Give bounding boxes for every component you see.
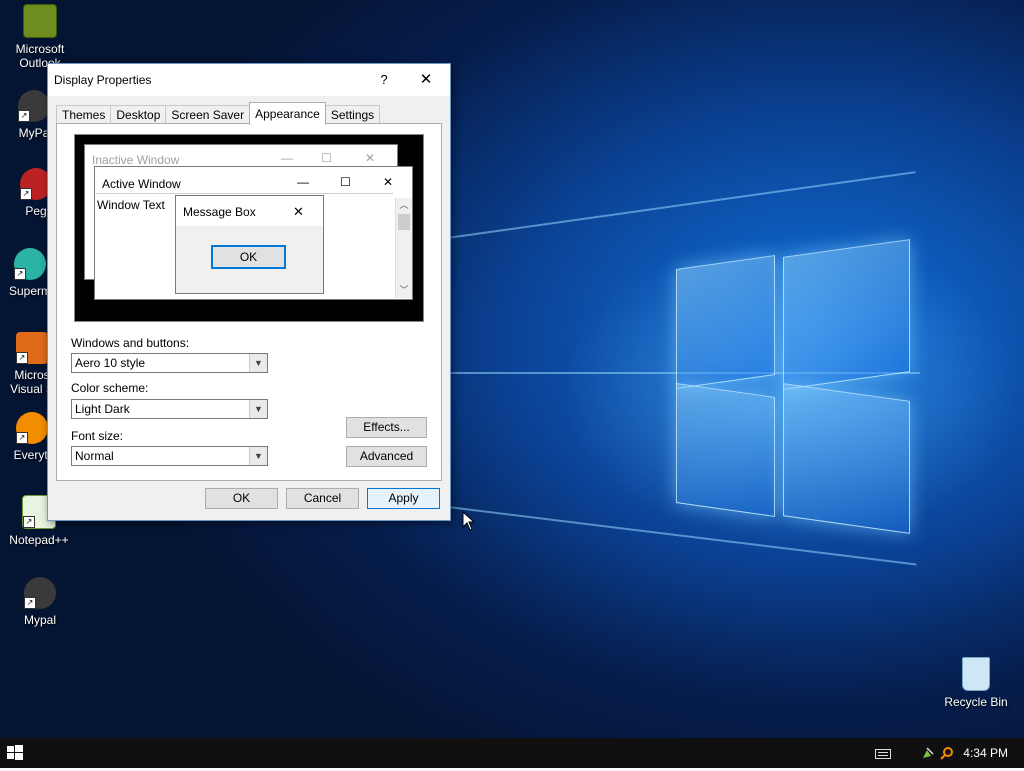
raccoon-icon: ↗ (18, 90, 50, 122)
message-box-close-icon: ✕ (293, 204, 304, 219)
visual-studio-icon: ↗ (16, 332, 48, 364)
preview-scrollbar: ︿ ﹀ (395, 198, 412, 298)
logo-pane (783, 383, 910, 534)
mouse-cursor-icon (462, 511, 476, 531)
chevron-down-icon[interactable]: ▼ (249, 447, 267, 465)
everything-search-icon: ↗ (16, 412, 48, 444)
windows-buttons-select[interactable]: Aero 10 style ▼ (71, 353, 268, 373)
ok-button[interactable]: OK (205, 488, 278, 509)
appearance-preview: Inactive Window — ☐ ✕ Active Window — ☐ … (74, 134, 424, 322)
taskbar: 4:34 PM (0, 738, 1024, 768)
inactive-close-icon: ✕ (365, 151, 376, 165)
desktop-icon-label: Notepad++ (9, 533, 69, 547)
chevron-down-icon[interactable]: ▼ (249, 400, 267, 418)
windows-buttons-label: Windows and buttons: (71, 336, 190, 350)
font-size-value: Normal (75, 449, 114, 463)
logo-pane (676, 383, 775, 517)
help-button[interactable]: ? (362, 64, 406, 96)
supermium-icon: ↗ (14, 248, 46, 280)
display-properties-dialog: Display Properties ? ✕ Themes Desktop Sc… (47, 63, 451, 521)
windows-logo-icon (7, 745, 23, 760)
tab-settings[interactable]: Settings (324, 105, 381, 125)
scroll-down-icon: ﹀ (399, 285, 409, 295)
color-scheme-label: Color scheme: (71, 381, 149, 395)
raccoon-icon: ↗ (24, 577, 56, 609)
desktop-icon-outlook[interactable]: Microsoft Outlook (2, 4, 78, 70)
scroll-thumb (398, 214, 410, 230)
start-button[interactable] (0, 738, 30, 768)
clock[interactable]: 4:34 PM (963, 746, 1008, 760)
scroll-up-icon: ︿ (399, 200, 409, 210)
message-box-ok-button: OK (211, 245, 286, 269)
inactive-minimize-icon: — (281, 151, 293, 165)
chevron-down-icon[interactable]: ▼ (249, 354, 267, 372)
apply-button[interactable]: Apply (367, 488, 440, 509)
outlook-icon (23, 4, 57, 38)
color-scheme-value: Light Dark (75, 402, 130, 416)
message-box-title: Message Box (183, 205, 256, 219)
close-button[interactable]: ✕ (404, 64, 448, 96)
logo-pane (783, 239, 910, 390)
cancel-button[interactable]: Cancel (286, 488, 359, 509)
light-beam (440, 171, 916, 240)
search-icon[interactable] (940, 746, 954, 760)
inactive-window-title: Inactive Window (92, 153, 180, 167)
network-icon[interactable] (921, 746, 935, 760)
dialog-title: Display Properties (54, 73, 152, 87)
windows-buttons-value: Aero 10 style (75, 356, 146, 370)
active-maximize-icon: ☐ (340, 175, 351, 189)
font-size-label: Font size: (71, 429, 124, 443)
desktop-icon-recycle-bin[interactable]: Recycle Bin (936, 657, 1016, 709)
advanced-button[interactable]: Advanced (346, 446, 427, 467)
tab-themes[interactable]: Themes (56, 105, 112, 125)
effects-button[interactable]: Effects... (346, 417, 427, 438)
title-bar[interactable]: Display Properties ? ✕ (48, 64, 450, 96)
inactive-maximize-icon: ☐ (321, 151, 332, 165)
tab-screen-saver[interactable]: Screen Saver (165, 105, 251, 125)
active-window-title: Active Window (102, 177, 181, 191)
logo-pane (676, 255, 775, 389)
desktop-icon-label: Recycle Bin (944, 695, 1008, 709)
tab-desktop[interactable]: Desktop (110, 105, 167, 125)
font-size-select[interactable]: Normal ▼ (71, 446, 268, 466)
color-scheme-select[interactable]: Light Dark ▼ (71, 399, 268, 419)
preview-message-box: Message Box ✕ OK (175, 195, 324, 294)
desktop-icon-label: Mypal (23, 613, 56, 627)
desktop-icon-mypal-2[interactable]: ↗ Mypal (2, 577, 78, 627)
tab-strip: Themes Desktop Screen Saver Appearance S… (56, 102, 381, 125)
appearance-panel: Inactive Window — ☐ ✕ Active Window — ☐ … (56, 123, 442, 481)
active-minimize-icon: — (297, 175, 309, 189)
recycle-bin-icon (962, 657, 990, 691)
keyboard-icon[interactable] (875, 749, 891, 759)
tab-appearance[interactable]: Appearance (249, 102, 326, 125)
active-close-icon: ✕ (383, 175, 394, 189)
window-text: Window Text (97, 198, 165, 212)
